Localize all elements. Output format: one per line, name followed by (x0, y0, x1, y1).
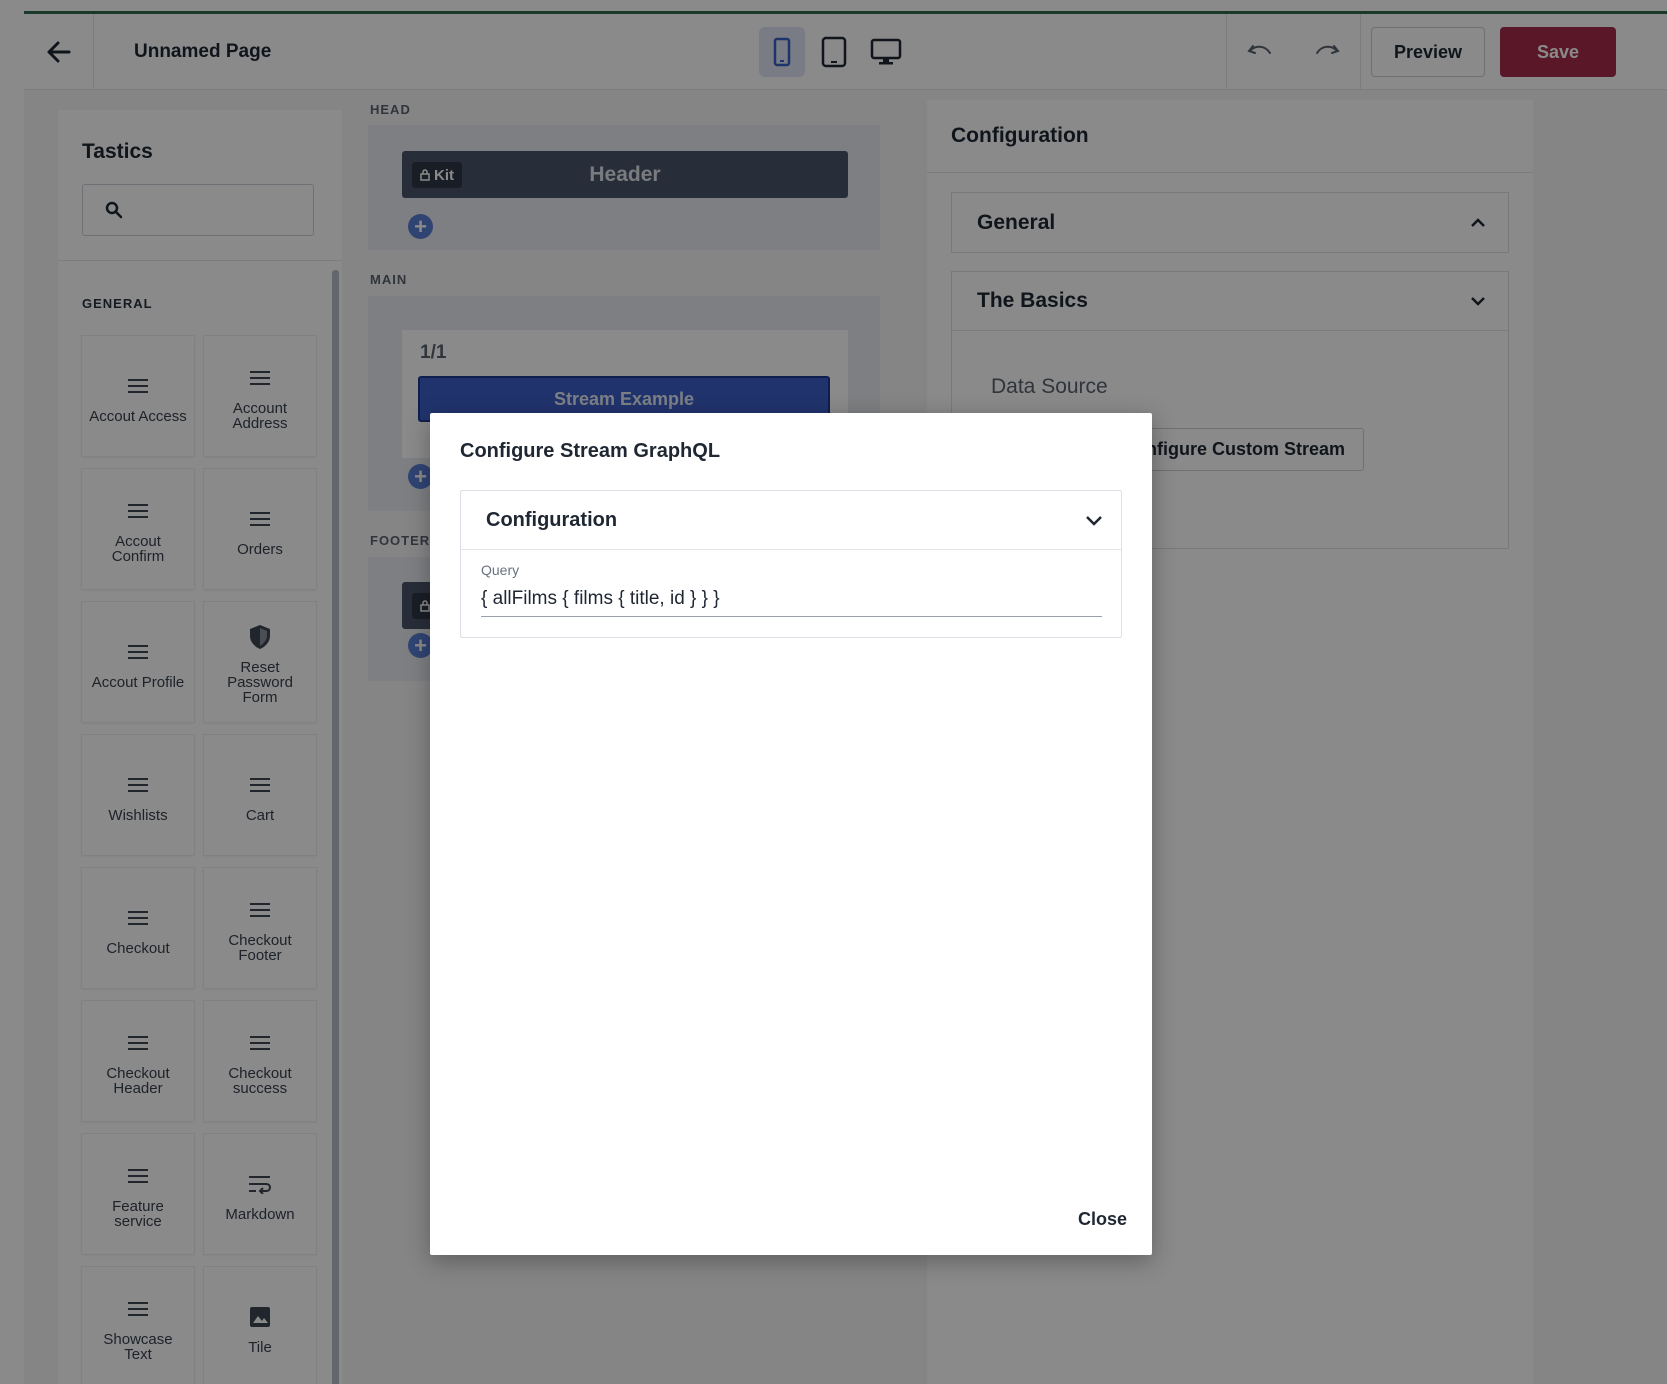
modal-configuration-panel: Configuration Query (460, 490, 1122, 638)
modal-title: Configure Stream GraphQL (460, 440, 721, 462)
modal-configuration-title: Configuration (486, 508, 618, 531)
close-button[interactable]: Close (1078, 1209, 1127, 1230)
modal-configuration-header[interactable]: Configuration (461, 491, 1121, 550)
query-label: Query (481, 562, 520, 578)
configure-stream-modal: Configure Stream GraphQL Configuration Q… (430, 413, 1152, 1255)
query-input[interactable] (481, 581, 1102, 617)
chevron-down-icon (1086, 515, 1102, 526)
